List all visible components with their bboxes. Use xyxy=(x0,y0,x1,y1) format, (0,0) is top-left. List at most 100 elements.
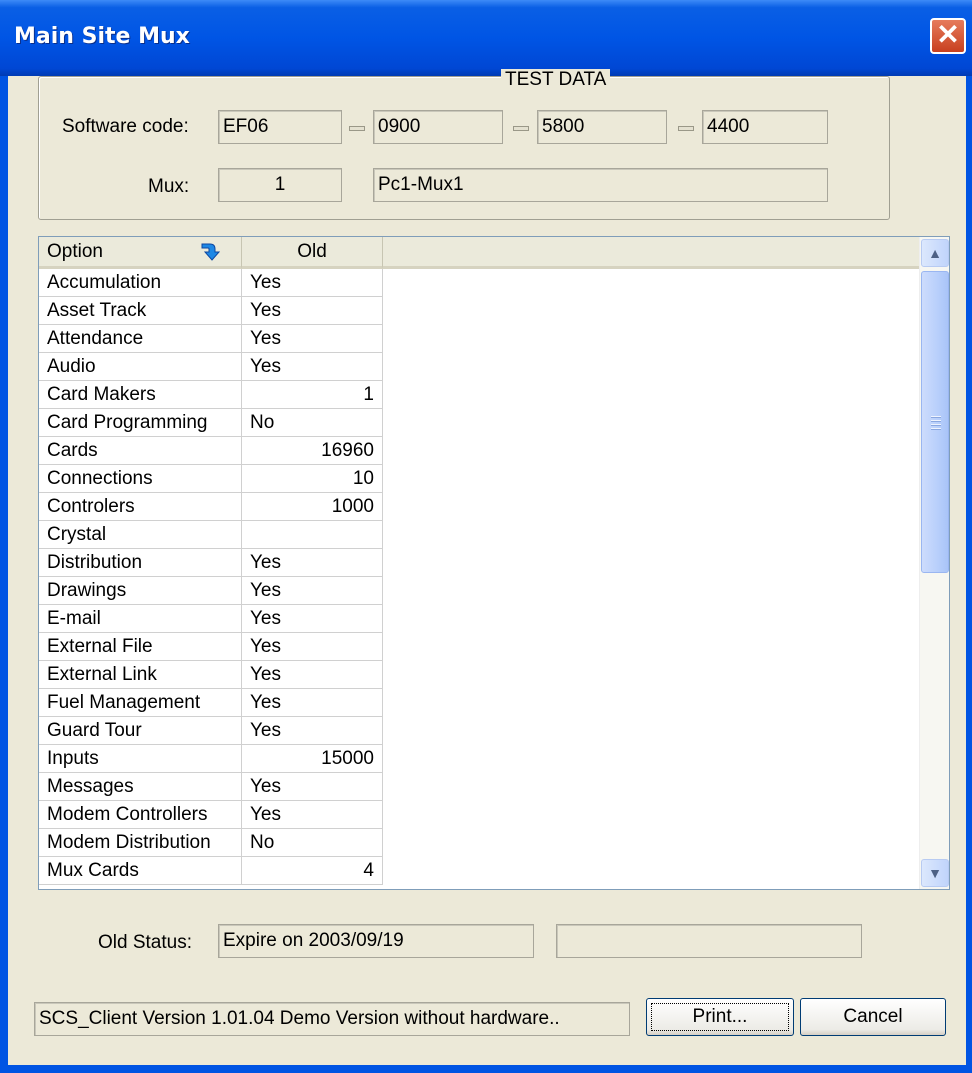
close-icon[interactable]: ✕ xyxy=(930,18,966,54)
print-button[interactable]: Print... xyxy=(646,998,794,1036)
scroll-up-icon[interactable]: ▲ xyxy=(921,239,949,267)
option-cell: Card Makers xyxy=(39,381,242,409)
column-header-option-label: Option xyxy=(47,241,103,262)
table-row[interactable]: E-mail Yes xyxy=(39,605,919,633)
grip-icon xyxy=(931,416,941,430)
table-row[interactable]: Inputs 15000 xyxy=(39,745,919,773)
option-cell: E-mail xyxy=(39,605,242,633)
software-code-field-1: EF06 xyxy=(218,110,342,144)
old-value-cell: 10 xyxy=(242,465,383,493)
old-value-cell: 16960 xyxy=(242,437,383,465)
old-value-cell: 1000 xyxy=(242,493,383,521)
table-row[interactable]: Connections 10 xyxy=(39,465,919,493)
option-cell: Modem Distribution xyxy=(39,829,242,857)
old-value-cell: Yes xyxy=(242,577,383,605)
old-value-cell: Yes xyxy=(242,801,383,829)
old-value-cell: No xyxy=(242,829,383,857)
table-row[interactable]: Distribution Yes xyxy=(39,549,919,577)
software-code-field-4: 4400 xyxy=(702,110,828,144)
table-row[interactable]: Cards 16960 xyxy=(39,437,919,465)
table-row[interactable]: External Link Yes xyxy=(39,661,919,689)
table-row[interactable]: Controlers 1000 xyxy=(39,493,919,521)
old-value-cell: Yes xyxy=(242,689,383,717)
list-rows: Accumulation Yes Asset Track Yes Attendance Y… xyxy=(39,269,919,885)
old-value-cell: Yes xyxy=(242,661,383,689)
table-row[interactable]: Card Programming No xyxy=(39,409,919,437)
option-cell: External Link xyxy=(39,661,242,689)
focus-rect xyxy=(651,1003,789,1031)
table-row[interactable]: Audio Yes xyxy=(39,353,919,381)
table-row[interactable]: Fuel Management Yes xyxy=(39,689,919,717)
table-row[interactable]: Attendance Yes xyxy=(39,325,919,353)
table-row[interactable]: Messages Yes xyxy=(39,773,919,801)
old-value-cell: Yes xyxy=(242,633,383,661)
mux-number-field: 1 xyxy=(218,168,342,202)
software-code-field-3: 5800 xyxy=(537,110,667,144)
old-status-label: Old Status: xyxy=(98,932,192,953)
option-cell: Cards xyxy=(39,437,242,465)
old-value-cell: Yes xyxy=(242,717,383,745)
table-row[interactable]: Card Makers 1 xyxy=(39,381,919,409)
window-title: Main Site Mux xyxy=(14,24,190,49)
cancel-button[interactable]: Cancel xyxy=(800,998,946,1036)
table-row[interactable]: Crystal xyxy=(39,521,919,549)
old-status-field: Expire on 2003/09/19 xyxy=(218,924,534,958)
option-cell: Drawings xyxy=(39,577,242,605)
option-cell: Crystal xyxy=(39,521,242,549)
code-separator xyxy=(349,126,365,131)
code-separator xyxy=(678,126,694,131)
version-text: SCS_Client Version 1.01.04 Demo Version … xyxy=(34,1002,630,1036)
option-cell: Guard Tour xyxy=(39,717,242,745)
old-value-cell: Yes xyxy=(242,549,383,577)
table-row[interactable]: Accumulation Yes xyxy=(39,269,919,297)
option-cell: Modem Controllers xyxy=(39,801,242,829)
option-cell: Attendance xyxy=(39,325,242,353)
old-value-cell: Yes xyxy=(242,773,383,801)
options-list[interactable]: Option Old Accumulation Yes Asset Track Yes… xyxy=(38,236,950,890)
code-separator xyxy=(513,126,529,131)
scroll-down-icon[interactable]: ▼ xyxy=(921,859,949,887)
table-row[interactable]: Mux Cards 4 xyxy=(39,857,919,885)
column-header-old[interactable]: Old xyxy=(242,237,383,269)
dialog-window: Main Site Mux ✕ TEST DATA Software code:… xyxy=(0,0,972,1073)
old-value-cell: Yes xyxy=(242,605,383,633)
dialog-body: TEST DATA Software code: EF06 0900 5800 … xyxy=(8,69,966,1065)
table-row[interactable]: Guard Tour Yes xyxy=(39,717,919,745)
column-header-option[interactable]: Option xyxy=(39,237,242,269)
mux-name-field: Pc1-Mux1 xyxy=(373,168,828,202)
option-cell: Connections xyxy=(39,465,242,493)
title-bar[interactable]: Main Site Mux ✕ xyxy=(0,0,972,76)
old-value-cell: 15000 xyxy=(242,745,383,773)
old-status-extra-field xyxy=(556,924,862,958)
table-row[interactable]: Modem Distribution No xyxy=(39,829,919,857)
old-value-cell: Yes xyxy=(242,325,383,353)
old-value-cell: Yes xyxy=(242,269,383,297)
option-cell: External File xyxy=(39,633,242,661)
option-cell: Controlers xyxy=(39,493,242,521)
option-cell: Messages xyxy=(39,773,242,801)
sort-arrow-icon xyxy=(201,243,221,261)
old-value-cell: Yes xyxy=(242,353,383,381)
option-cell: Inputs xyxy=(39,745,242,773)
mux-label: Mux: xyxy=(148,176,190,197)
software-code-label: Software code: xyxy=(62,116,189,137)
old-value-cell: 4 xyxy=(242,857,383,885)
group-title: TEST DATA xyxy=(501,69,611,91)
option-cell: Audio xyxy=(39,353,242,381)
table-row[interactable]: Modem Controllers Yes xyxy=(39,801,919,829)
column-header-empty xyxy=(383,237,921,269)
vertical-scrollbar[interactable]: ▲ ▼ xyxy=(919,237,949,889)
option-cell: Asset Track xyxy=(39,297,242,325)
old-value-cell: 1 xyxy=(242,381,383,409)
software-code-field-2: 0900 xyxy=(373,110,503,144)
option-cell: Distribution xyxy=(39,549,242,577)
table-row[interactable]: Asset Track Yes xyxy=(39,297,919,325)
scroll-thumb[interactable] xyxy=(921,271,949,573)
table-row[interactable]: Drawings Yes xyxy=(39,577,919,605)
old-value-cell: Yes xyxy=(242,297,383,325)
option-cell: Accumulation xyxy=(39,269,242,297)
option-cell: Mux Cards xyxy=(39,857,242,885)
old-value-cell xyxy=(242,521,383,549)
table-row[interactable]: External File Yes xyxy=(39,633,919,661)
option-cell: Card Programming xyxy=(39,409,242,437)
